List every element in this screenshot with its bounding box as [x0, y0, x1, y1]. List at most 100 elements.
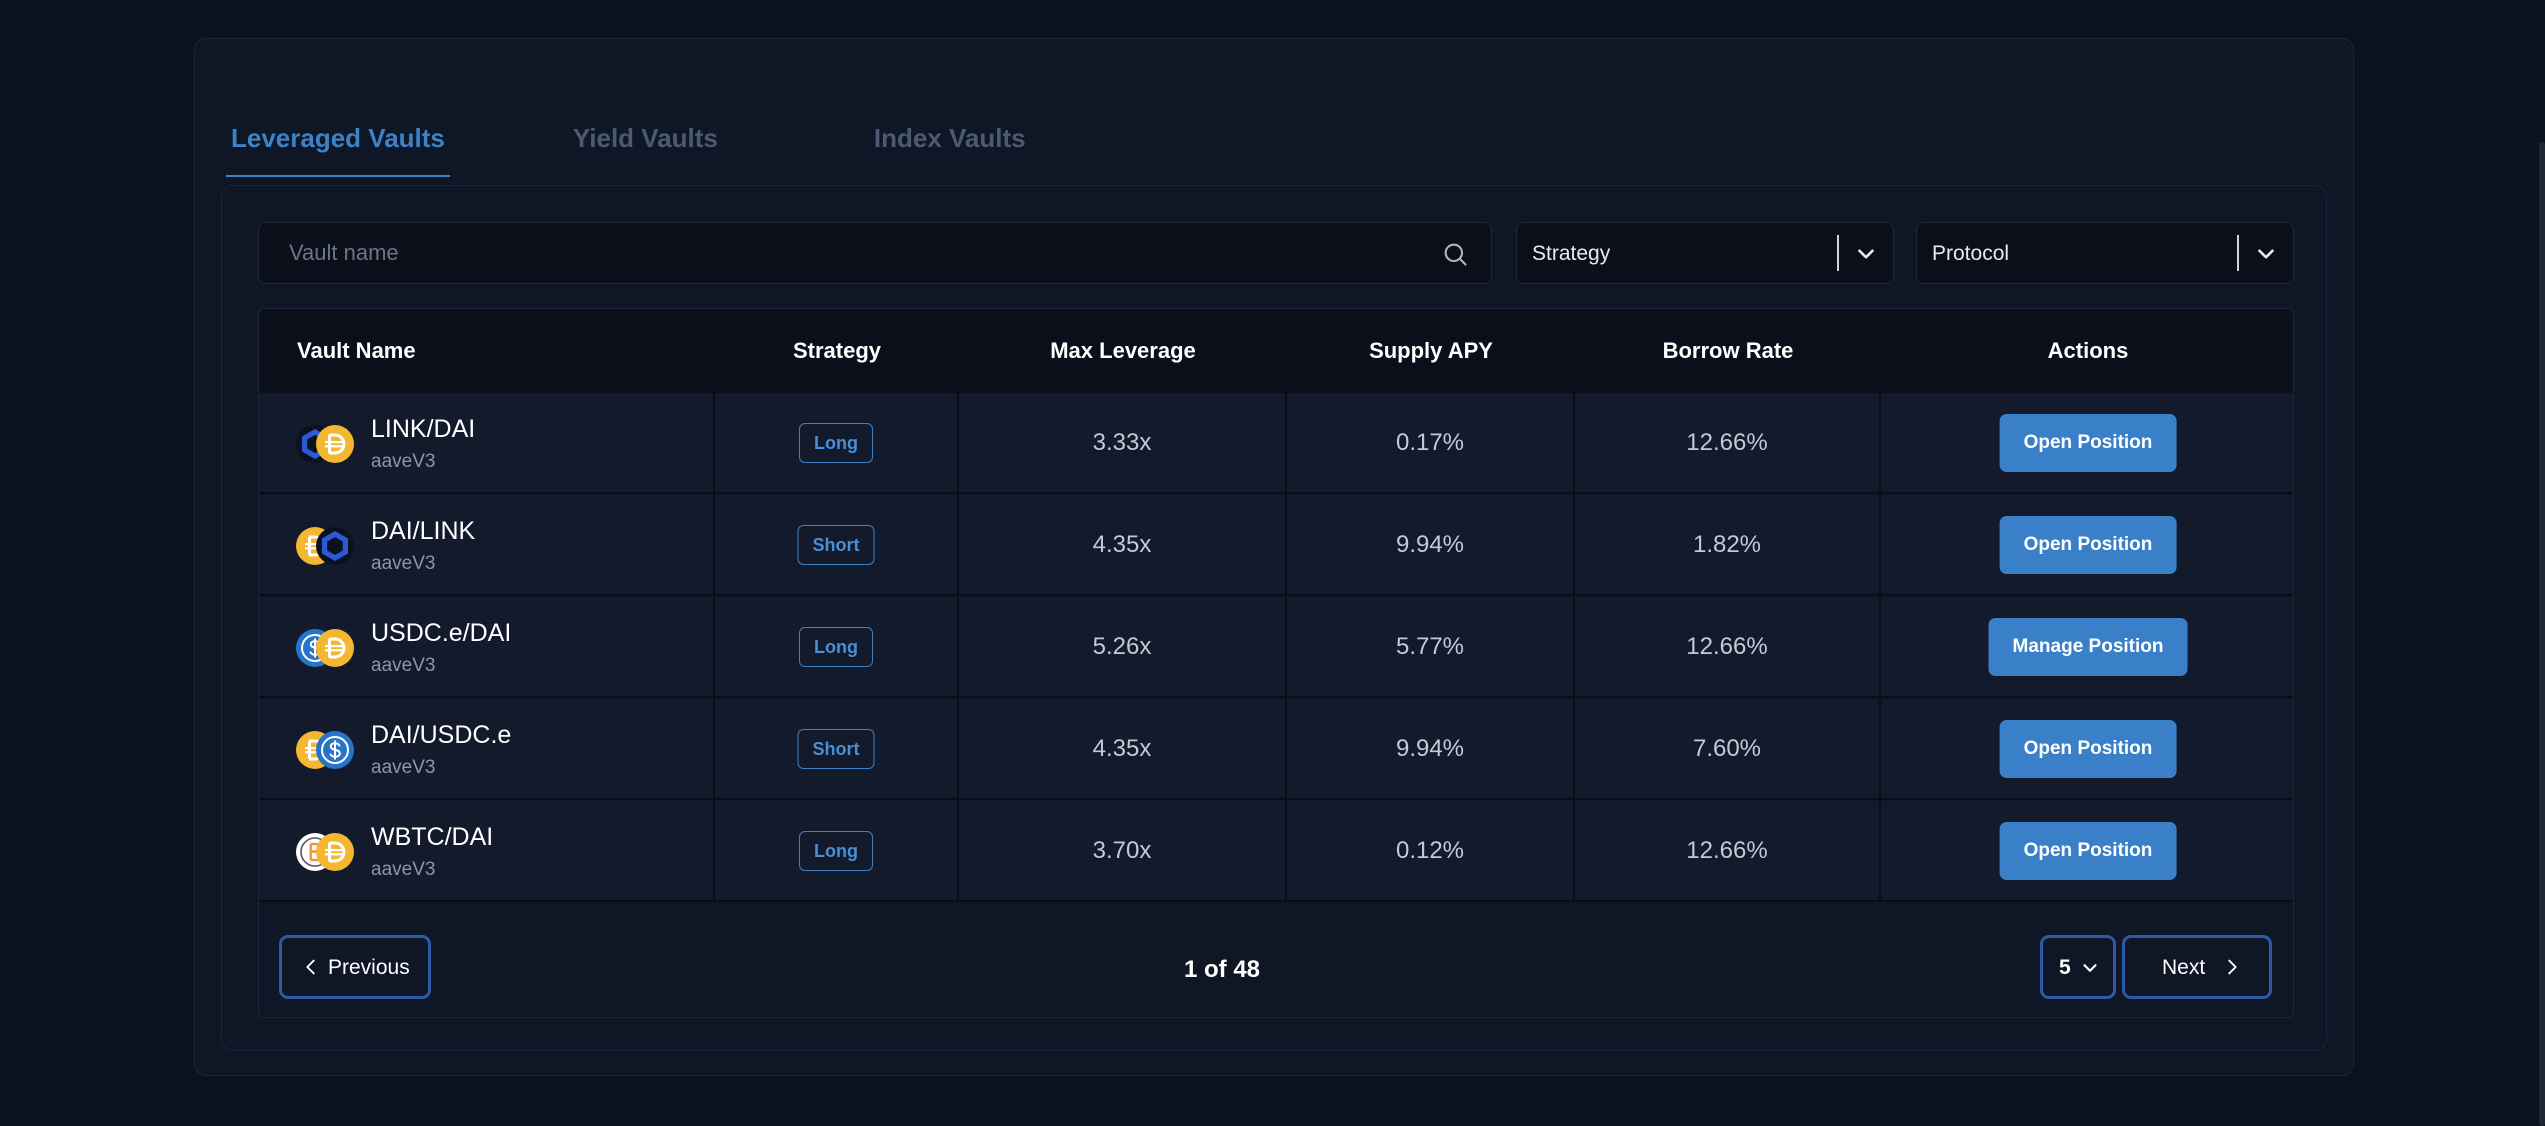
tab-label: Index Vaults: [873, 123, 1026, 153]
open-position-button[interactable]: Open Position: [1999, 720, 2177, 778]
table-pagination: Previous 1 of 48 5 Next: [259, 914, 2293, 1017]
header-supply-apy: Supply APY: [1369, 338, 1493, 363]
max-leverage-value: 3.70x: [1092, 837, 1152, 864]
max-leverage-value: 3.33x: [1092, 429, 1152, 456]
borrow-rate-cell: 12.66%: [1575, 393, 1881, 492]
open-position-button[interactable]: Open Position: [1999, 822, 2177, 880]
page-indicator: 1 of 48: [1184, 956, 1261, 983]
vault-name-cell: LINK/DAI aaveV3: [259, 393, 715, 492]
vaults-table: Vault Name Strategy Max Leverage Supply …: [258, 308, 2294, 1018]
supply-apy-cell: 9.94%: [1287, 699, 1575, 798]
strategy-cell: Long: [715, 801, 959, 900]
vault-name: DAI/USDC.e: [371, 721, 512, 749]
supply-apy-value: 5.77%: [1395, 633, 1465, 660]
previous-page-button[interactable]: Previous: [279, 935, 431, 999]
table-row: LINK/DAI aaveV3 Long 3.33x 0.17% 12.66% Open P…: [259, 393, 2293, 494]
vault-protocol: aaveV3: [371, 757, 436, 778]
tab-yield-vaults[interactable]: Yield Vaults: [573, 73, 718, 177]
strategy-badge: Short: [797, 525, 875, 565]
borrow-rate-cell: 12.66%: [1575, 801, 1881, 900]
table-row: DAI/LINK aaveV3 Short 4.35x 9.94% 1.82% Open P…: [259, 495, 2293, 596]
token-pair: [295, 832, 355, 872]
protocol-select-label: Protocol: [1932, 242, 2010, 265]
chevron-down-icon: [1858, 249, 1874, 259]
borrow-rate-value: 12.66%: [1686, 633, 1768, 660]
header-vault-name: Vault Name: [297, 338, 416, 363]
open-position-button[interactable]: Open Position: [1999, 414, 2177, 472]
tab-leveraged-vaults[interactable]: Leveraged Vaults: [226, 73, 450, 177]
tab-index-vaults[interactable]: Index Vaults: [874, 73, 1026, 177]
actions-cell: Open Position: [1881, 393, 2293, 492]
strategy-select-label: Strategy: [1532, 242, 1611, 265]
search-icon[interactable]: [1441, 240, 1469, 268]
chevron-left-icon: [306, 959, 315, 975]
chevron-down-icon: [2258, 249, 2274, 259]
header-actions: Actions: [2047, 338, 2129, 363]
tab-label: Leveraged Vaults: [231, 123, 445, 153]
strategy-select[interactable]: Strategy: [1516, 222, 1894, 284]
max-leverage-value: 4.35x: [1092, 735, 1152, 762]
table-row: DAI/USDC.e aaveV3 Short 4.35x 9.94% 7.60% Open…: [259, 699, 2293, 800]
token-pair: [295, 424, 355, 464]
supply-apy-cell: 0.17%: [1287, 393, 1575, 492]
usdc-token-icon: [316, 731, 354, 769]
page-size-select[interactable]: 5: [2040, 935, 2116, 999]
vault-protocol: aaveV3: [371, 451, 436, 472]
actions-cell: Open Position: [1881, 801, 2293, 900]
vault-name: USDC.e/DAI: [371, 619, 512, 647]
supply-apy-cell: 9.94%: [1287, 495, 1575, 594]
actions-cell: Open Position: [1881, 495, 2293, 594]
actions-cell: Open Position: [1881, 699, 2293, 798]
supply-apy-value: 9.94%: [1395, 735, 1465, 762]
max-leverage-cell: 3.70x: [959, 801, 1287, 900]
strategy-cell: Long: [715, 393, 959, 492]
page-scrollbar[interactable]: [2539, 142, 2545, 1126]
table-row: USDC.e/DAI aaveV3 Long 5.26x 5.77% 12.66% Mana…: [259, 597, 2293, 698]
vault-protocol: aaveV3: [371, 553, 436, 574]
strategy-badge: Short: [797, 729, 875, 769]
supply-apy-value: 0.12%: [1395, 837, 1465, 864]
header-strategy: Strategy: [792, 338, 882, 363]
vault-name-cell: DAI/USDC.e aaveV3: [259, 699, 715, 798]
vault-tabs: Leveraged Vaults Yield Vaults Index Vaul…: [226, 73, 1026, 177]
max-leverage-value: 4.35x: [1092, 531, 1152, 558]
previous-label: Previous: [328, 956, 410, 979]
chevron-right-icon: [2228, 959, 2237, 975]
borrow-rate-value: 12.66%: [1686, 429, 1768, 456]
manage-position-button[interactable]: Manage Position: [1988, 618, 2188, 676]
vault-name: DAI/LINK: [371, 517, 476, 545]
select-divider: [1837, 235, 1839, 271]
borrow-rate-cell: 12.66%: [1575, 597, 1881, 696]
max-leverage-value: 5.26x: [1092, 633, 1152, 660]
protocol-select[interactable]: Protocol: [1916, 222, 2294, 284]
dai-token-icon: [316, 629, 354, 667]
supply-apy-cell: 5.77%: [1287, 597, 1575, 696]
token-pair: [295, 730, 355, 770]
strategy-badge: Long: [799, 831, 873, 871]
max-leverage-cell: 4.35x: [959, 699, 1287, 798]
borrow-rate-cell: 1.82%: [1575, 495, 1881, 594]
token-pair: [295, 526, 355, 566]
borrow-rate-value: 7.60%: [1692, 735, 1762, 762]
header-borrow-rate: Borrow Rate: [1662, 338, 1794, 363]
open-position-button[interactable]: Open Position: [1999, 516, 2177, 574]
token-pair: [295, 628, 355, 668]
vaults-container: Leveraged Vaults Yield Vaults Index Vaul…: [194, 38, 2354, 1076]
vault-name: LINK/DAI: [371, 415, 476, 443]
borrow-rate-value: 1.82%: [1692, 531, 1762, 558]
vault-search: [258, 222, 1492, 284]
next-page-button[interactable]: Next: [2122, 935, 2272, 999]
vault-name-cell: USDC.e/DAI aaveV3: [259, 597, 715, 696]
borrow-rate-cell: 7.60%: [1575, 699, 1881, 798]
strategy-badge: Long: [799, 423, 873, 463]
supply-apy-cell: 0.12%: [1287, 801, 1575, 900]
table-header: Vault Name Strategy Max Leverage Supply …: [259, 309, 2293, 393]
link-token-icon: [316, 527, 354, 565]
vault-name-search-input[interactable]: [259, 223, 1491, 283]
actions-cell: Manage Position: [1881, 597, 2293, 696]
page-size-value: 5: [2059, 956, 2071, 979]
dai-token-icon: [316, 833, 354, 871]
chevron-down-icon: [2083, 964, 2097, 972]
next-label: Next: [2162, 956, 2206, 979]
supply-apy-value: 0.17%: [1395, 429, 1465, 456]
